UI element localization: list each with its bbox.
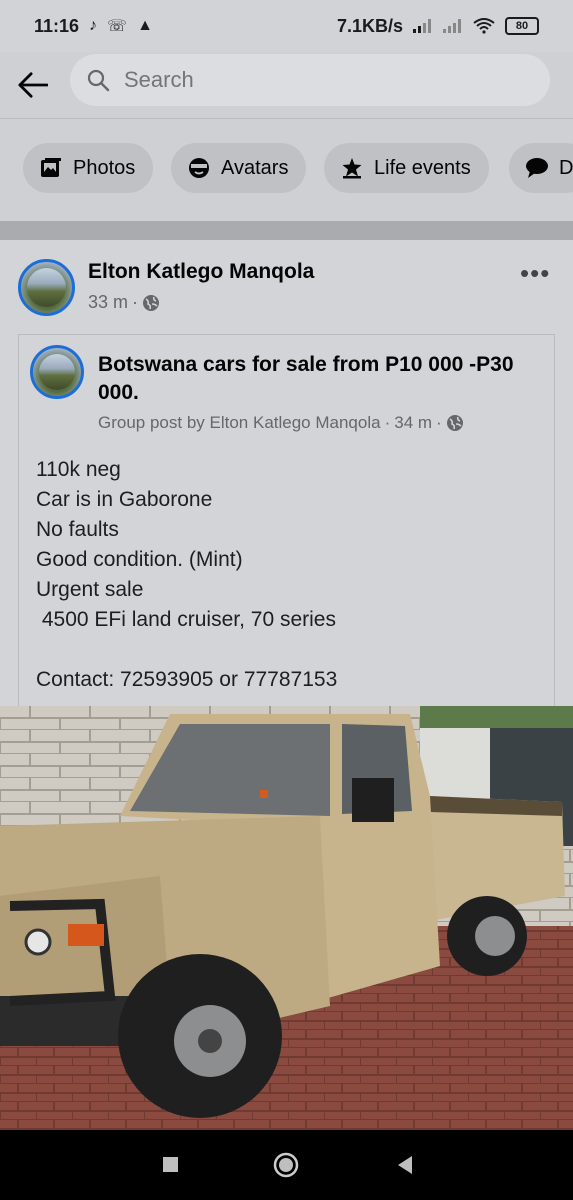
whatsapp-icon: ☏ [107, 18, 128, 35]
avatar-icon [187, 156, 211, 180]
post-body: 110k neg Car is in Gaborone No faults Good … [36, 455, 337, 695]
car-photo-image [0, 706, 573, 1130]
group-byline: Group post by Elton Katlego Manqola [98, 413, 381, 432]
back-arrow-icon [18, 72, 48, 98]
author-avatar[interactable] [18, 259, 75, 316]
post-time[interactable]: 33 m [88, 292, 128, 313]
post-line: 110k neg [36, 458, 121, 481]
globe-icon [143, 294, 160, 311]
chip-label: Photos [73, 156, 136, 179]
divider [0, 118, 573, 119]
chip-avatars[interactable]: Avatars [171, 143, 307, 193]
post-line: Car is in Gaborone [36, 488, 213, 511]
shared-group-post[interactable]: Botswana cars for sale from P10 000 -P30… [18, 334, 555, 714]
group-post-meta: Group post by Elton Katlego Manqola · 34… [98, 413, 464, 433]
network-speed: 7.1KB/s [336, 15, 403, 36]
group-name[interactable]: Botswana cars for sale from P10 000 -P30… [98, 351, 518, 407]
post-card: Elton Katlego Manqola 33 m · ••• Botswan… [0, 240, 573, 1130]
navigation-bar [0, 1130, 573, 1200]
square-icon [163, 1157, 178, 1172]
post-line: No faults [36, 518, 119, 541]
home-circle-icon [273, 1152, 299, 1178]
signal-icon-2 [443, 19, 461, 33]
warning-icon: ▲ [137, 17, 153, 34]
chip-label: Life events [374, 156, 471, 179]
home-button[interactable] [273, 1152, 299, 1178]
back-button[interactable] [18, 70, 48, 100]
group-post-avatar[interactable] [30, 345, 84, 399]
recent-apps-button[interactable] [158, 1152, 184, 1178]
post-line [36, 635, 337, 665]
post-line: Urgent sale [36, 578, 144, 601]
filter-chips: Photos Avatars Life events D [0, 141, 573, 195]
wifi-icon [473, 18, 495, 34]
section-separator [0, 221, 573, 240]
photo-icon [39, 156, 63, 180]
globe-icon [446, 415, 463, 431]
chip-more[interactable]: D [509, 143, 573, 193]
chip-life-events[interactable]: Life events [324, 143, 489, 193]
triangle-back-icon [398, 1156, 412, 1174]
status-right: 7.1KB/s 80 [337, 16, 539, 37]
post-photo[interactable] [0, 706, 573, 1130]
chip-label: Avatars [221, 156, 289, 179]
life-events-icon [340, 156, 364, 180]
tiktok-icon: ♪ [89, 17, 98, 34]
search-input[interactable] [122, 66, 506, 94]
group-post-time[interactable]: 34 m [394, 413, 432, 433]
status-time: 11:16 [34, 15, 80, 36]
status-left: 11:16 ♪ ☏ ▲ [34, 16, 153, 37]
battery-icon: 80 [505, 17, 539, 35]
chip-label: D [559, 156, 573, 179]
post-meta: 33 m · [88, 292, 160, 313]
search-icon [87, 69, 110, 92]
post-author[interactable]: Elton Katlego Manqola [88, 260, 314, 284]
post-line: Good condition. (Mint) [36, 548, 243, 571]
signal-icon [413, 19, 431, 33]
chip-photos[interactable]: Photos [23, 143, 154, 193]
post-contact-line: Contact: 72593905 or 77787153 [36, 668, 338, 691]
status-bar: 11:16 ♪ ☏ ▲ 7.1KB/s 80 [0, 0, 573, 52]
top-bar [0, 52, 573, 118]
speech-bubble-icon [525, 156, 549, 180]
post-line: 4500 EFi land cruiser, 70 series [36, 608, 336, 631]
search-bar[interactable] [70, 54, 550, 106]
back-nav-button[interactable] [392, 1152, 418, 1178]
more-options-button[interactable]: ••• [520, 258, 550, 289]
